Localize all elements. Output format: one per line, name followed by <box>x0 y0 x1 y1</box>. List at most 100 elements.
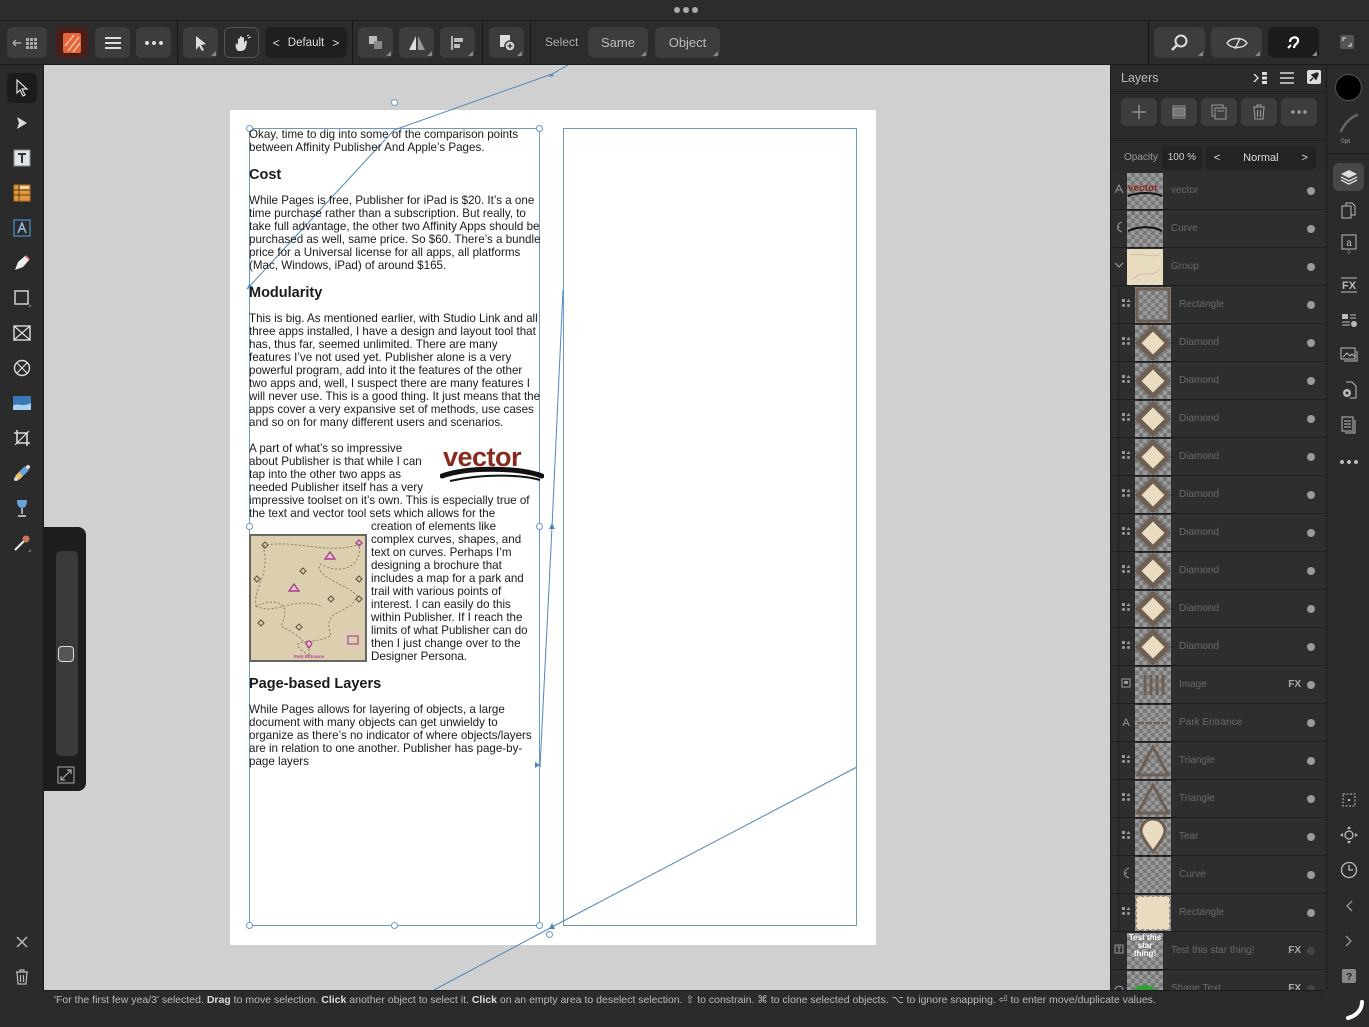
layer-visibility-toggle[interactable] <box>1307 566 1315 575</box>
blend-mode-selector[interactable]: < Normal > <box>1205 145 1316 170</box>
preset-next-button[interactable]: > <box>332 36 339 50</box>
layer-visibility-toggle[interactable] <box>1307 338 1315 347</box>
crop-tool[interactable] <box>7 423 37 453</box>
color-picker-tool[interactable] <box>7 528 37 558</box>
arrange-button[interactable] <box>358 27 393 58</box>
node-tool[interactable] <box>7 108 37 138</box>
publisher-persona-button[interactable] <box>56 27 88 58</box>
layers-list[interactable]: vector vector Curve Group Rectangle Diamond Di… <box>1111 172 1327 1008</box>
layer-visibility-toggle[interactable] <box>1307 414 1315 423</box>
layer-row[interactable]: Diamond <box>1111 399 1327 438</box>
delete-layer-button[interactable] <box>1241 98 1277 126</box>
park-map-image[interactable]: Park Entrance <box>249 534 367 662</box>
artistic-text-tool[interactable] <box>7 213 37 243</box>
align-button[interactable] <box>440 27 475 58</box>
add-group-button[interactable] <box>1201 98 1237 126</box>
fullscreen-button[interactable] <box>1340 35 1354 49</box>
rectangle-tool[interactable] <box>7 283 37 313</box>
insert-object-button[interactable] <box>489 27 524 58</box>
help-button[interactable]: ? <box>1337 964 1361 988</box>
delete-button[interactable] <box>7 962 37 992</box>
layer-row[interactable]: Diamond <box>1111 323 1327 362</box>
layer-visibility-toggle[interactable] <box>1307 908 1315 917</box>
move-tool[interactable] <box>7 73 37 103</box>
zoom-button[interactable] <box>1154 27 1205 58</box>
layer-visibility-toggle[interactable] <box>1307 680 1315 689</box>
layer-visibility-toggle[interactable] <box>1307 718 1315 727</box>
main-menu-button[interactable] <box>95 27 130 58</box>
layer-visibility-toggle[interactable] <box>1307 262 1315 271</box>
table-tool[interactable] <box>7 178 37 208</box>
opacity-field[interactable]: 100 % <box>1161 145 1202 170</box>
layers-studio-button[interactable] <box>1333 163 1364 191</box>
layer-visibility-toggle[interactable] <box>1307 794 1315 803</box>
fill-tool[interactable] <box>7 458 37 488</box>
select-object-button[interactable]: Object <box>655 27 720 58</box>
transparency-tool[interactable] <box>7 493 37 523</box>
close-button[interactable] <box>7 927 37 957</box>
layer-row[interactable]: vector vector <box>1111 172 1327 210</box>
list-menu-icon[interactable] <box>1279 71 1295 85</box>
add-pixel-layer-button[interactable] <box>1161 98 1197 126</box>
layer-visibility-toggle[interactable] <box>1307 224 1315 233</box>
layer-row[interactable]: Curve <box>1111 210 1327 248</box>
layer-visibility-toggle[interactable] <box>1307 832 1315 841</box>
select-same-button[interactable]: Same <box>588 27 648 58</box>
layer-visibility-toggle[interactable] <box>1307 604 1315 613</box>
back-to-gallery-button[interactable] <box>7 27 47 58</box>
layer-row[interactable]: Rectangle <box>1111 893 1327 932</box>
stroke-icon[interactable] <box>1339 113 1359 133</box>
layer-row[interactable]: Rectangle <box>1111 285 1327 324</box>
more-options-button[interactable] <box>136 27 171 58</box>
history-studio-button[interactable] <box>1337 858 1361 882</box>
preflight-button[interactable] <box>1337 378 1361 402</box>
zoom-slider-track[interactable] <box>56 551 78 756</box>
view-mode-button[interactable] <box>1211 27 1262 58</box>
resource-manager-button[interactable] <box>1337 343 1361 367</box>
text-wrap-studio-button[interactable] <box>1337 308 1361 332</box>
layer-more-button[interactable] <box>1281 98 1317 126</box>
text-styles-studio-button[interactable]: a0 <box>1337 233 1361 257</box>
layer-visibility-toggle[interactable] <box>1307 870 1315 879</box>
layer-visibility-toggle[interactable] <box>1307 946 1315 955</box>
preset-prev-button[interactable]: < <box>273 36 280 50</box>
layer-visibility-toggle[interactable] <box>1307 528 1315 537</box>
color-swatch[interactable] <box>1335 74 1362 101</box>
preset-selector[interactable]: < Default > <box>265 27 347 58</box>
layer-row[interactable]: Triangle <box>1111 741 1327 780</box>
vector-artistic-text[interactable]: vector <box>440 442 544 486</box>
document-canvas[interactable]: Okay, time to dig into some of the compa… <box>44 65 1110 990</box>
layer-row[interactable]: Diamond <box>1111 437 1327 476</box>
layer-row[interactable]: Tear <box>1111 817 1327 856</box>
layer-row[interactable]: Diamond <box>1111 361 1327 400</box>
layer-row[interactable]: A Park Entrance <box>1111 703 1327 742</box>
layer-visibility-toggle[interactable] <box>1307 452 1315 461</box>
zoom-slider-thumb[interactable] <box>58 646 74 662</box>
layer-row[interactable]: Curve <box>1111 855 1327 894</box>
pages-studio-button[interactable] <box>1337 199 1361 223</box>
snapping-button[interactable] <box>1268 27 1319 58</box>
window-drag-handle-icon[interactable] <box>674 7 698 13</box>
layer-row[interactable]: Diamond <box>1111 475 1327 514</box>
fit-to-screen-button[interactable] <box>56 765 76 785</box>
layer-row[interactable]: Diamond <box>1111 551 1327 590</box>
collapse-icon[interactable] <box>1253 71 1269 85</box>
navigator-studio-button[interactable] <box>1337 823 1361 847</box>
picture-frame-tool[interactable] <box>7 318 37 348</box>
more-studio-button[interactable] <box>1337 450 1361 474</box>
layer-row[interactable]: Diamond <box>1111 513 1327 552</box>
layer-type-icon[interactable] <box>1111 261 1127 272</box>
layer-visibility-toggle[interactable] <box>1307 642 1315 651</box>
layer-row[interactable]: Test this star thing! Test this star thin… <box>1111 932 1327 970</box>
transform-studio-button[interactable] <box>1337 788 1361 812</box>
layer-visibility-toggle[interactable] <box>1307 376 1315 385</box>
place-image-tool[interactable] <box>7 388 37 418</box>
move-tool-button[interactable] <box>183 27 218 58</box>
previous-button[interactable] <box>1337 894 1361 918</box>
frame-text-tool[interactable] <box>7 143 37 173</box>
layer-row[interactable]: Diamond <box>1111 627 1327 666</box>
stock-studio-button[interactable] <box>1337 413 1361 437</box>
layer-visibility-toggle[interactable] <box>1307 490 1315 499</box>
layer-visibility-toggle[interactable] <box>1307 300 1315 309</box>
ellipse-frame-tool[interactable] <box>7 353 37 383</box>
